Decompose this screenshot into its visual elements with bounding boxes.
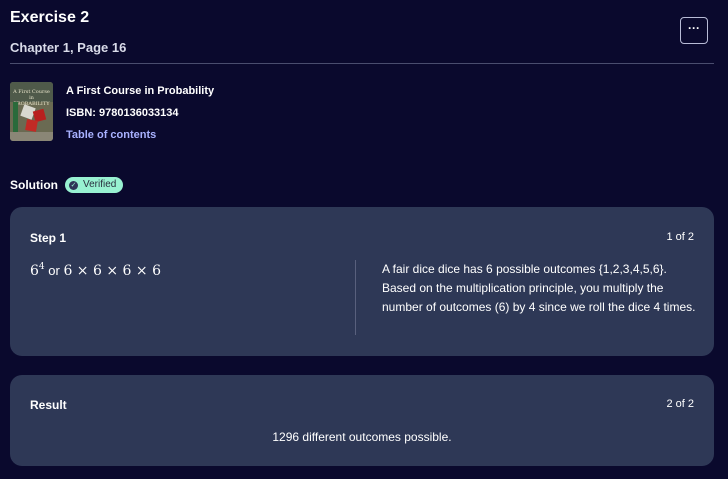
cover-footer xyxy=(10,132,53,141)
step-heading: Step 1 xyxy=(30,231,67,245)
step-divider xyxy=(355,260,356,335)
math-product: 6 × 6 × 6 × 6 xyxy=(63,263,161,279)
result-counter: 2 of 2 xyxy=(666,398,694,410)
book-details: A First Course in Probability ISBN: 9780… xyxy=(66,82,214,142)
math-base: 6 xyxy=(30,263,39,279)
verified-badge-label: Verified xyxy=(83,179,117,190)
textbook-info: A First Course in PROBABILITY A First Co… xyxy=(10,82,214,142)
table-of-contents-link[interactable]: Table of contents xyxy=(66,128,214,142)
more-horizontal-icon: ··· xyxy=(688,21,700,35)
book-title[interactable]: A First Course in Probability xyxy=(66,84,214,98)
math-expression: 64 or 6 × 6 × 6 × 6 xyxy=(30,262,161,280)
exercise-header: Exercise 2 Chapter 1, Page 16 xyxy=(10,8,126,56)
exercise-page: Exercise 2 Chapter 1, Page 16 ··· A Firs… xyxy=(0,0,728,479)
header-divider xyxy=(10,63,714,64)
check-circle-icon: ✓ xyxy=(69,180,78,190)
page-title: Exercise 2 xyxy=(10,9,90,26)
dice-graphic xyxy=(25,119,38,132)
math-or: or xyxy=(44,263,64,278)
solution-header: Solution ✓ Verified xyxy=(10,177,124,193)
result-text: 1296 different outcomes possible. xyxy=(272,430,452,444)
book-isbn: ISBN: 9780136033134 xyxy=(66,107,179,119)
book-cover-image[interactable]: A First Course in PROBABILITY xyxy=(10,82,53,141)
more-options-button[interactable]: ··· xyxy=(680,17,708,44)
chapter-page-subtitle: Chapter 1, Page 16 xyxy=(10,40,127,55)
step-card: Step 1 1 of 2 64 or 6 × 6 × 6 × 6 A fair… xyxy=(10,207,714,356)
verified-badge: ✓ Verified xyxy=(65,177,124,193)
step-counter: 1 of 2 xyxy=(666,231,694,243)
step-explanation: A fair dice dice has 6 possible outcomes… xyxy=(382,262,696,314)
solution-label: Solution xyxy=(10,178,58,192)
result-card: Result 2 of 2 1296 different outcomes po… xyxy=(10,375,714,466)
result-heading: Result xyxy=(30,398,67,412)
